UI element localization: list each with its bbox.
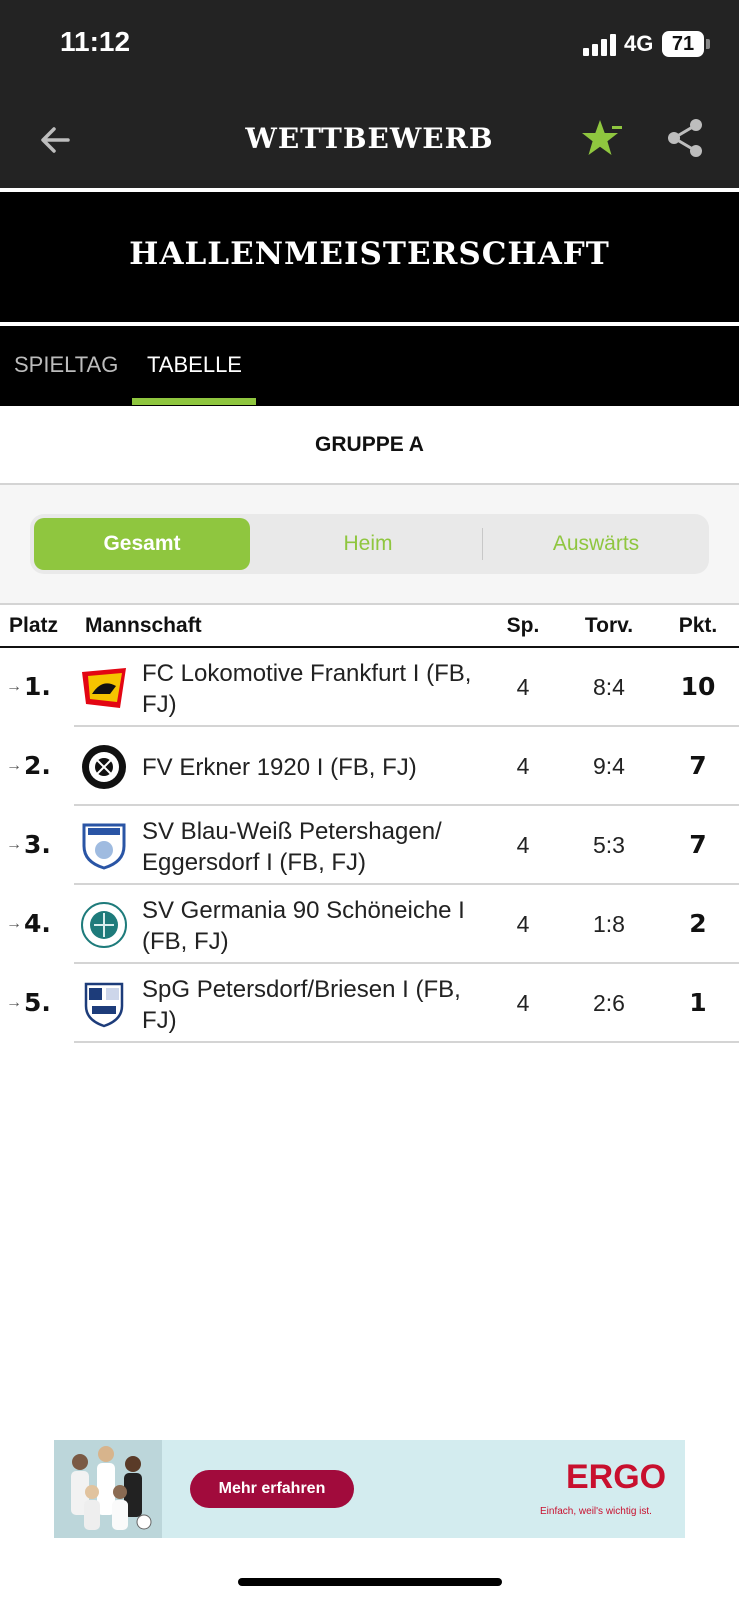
- page-title: WETTBEWERB: [245, 122, 494, 155]
- team-name: SpG Petersdorf/Briesen I (FB, FJ): [142, 976, 461, 1034]
- share-button[interactable]: [664, 116, 706, 160]
- games-played: 4: [516, 911, 530, 937]
- games-played: 4: [516, 990, 530, 1016]
- team-crest-icon: [82, 823, 126, 870]
- segment-heim[interactable]: Heim: [258, 532, 478, 556]
- tab-tabelle[interactable]: TABELLE: [147, 352, 242, 378]
- segment-auswaerts[interactable]: Auswärts: [486, 532, 706, 556]
- table-row[interactable]: → 4. SV Germania 90 Schöneiche I (FB, FJ…: [0, 885, 739, 964]
- ad-banner[interactable]: Mehr erfahren ERGO Einfach, weil's wicht…: [54, 1440, 685, 1538]
- goal-ratio: 5:3: [593, 832, 625, 858]
- points: 1: [689, 988, 707, 1017]
- goal-ratio: 8:4: [593, 674, 625, 700]
- rank: 5.: [24, 988, 51, 1017]
- header-sp: Sp.: [506, 614, 540, 637]
- rank: 2.: [24, 751, 51, 780]
- share-icon: [668, 119, 702, 157]
- active-tab-indicator: [132, 398, 256, 405]
- ad-brand-logo: ERGO: [566, 1458, 667, 1496]
- status-time: 11:12: [60, 26, 131, 57]
- games-played: 4: [516, 832, 530, 858]
- favorite-button[interactable]: [580, 114, 628, 162]
- header-pkt: Pkt.: [678, 614, 718, 637]
- tab-spieltag[interactable]: SPIELTAG: [14, 352, 118, 378]
- rank-trend-icon: →: [6, 994, 22, 1011]
- team-crest-icon: [82, 745, 126, 789]
- segment-gesamt[interactable]: Gesamt: [34, 532, 250, 556]
- row-divider: [74, 1041, 739, 1043]
- rank-trend-icon: →: [6, 836, 22, 853]
- network-type: 4G: [624, 31, 654, 56]
- status-bar: 11:12 4G 71: [0, 0, 739, 90]
- team-crest-icon: [82, 668, 126, 708]
- goal-ratio: 1:8: [593, 911, 625, 937]
- table-row[interactable]: → 3. SV Blau-Weiß Petershagen/ Eggersdor…: [0, 806, 739, 885]
- table-row[interactable]: → 5. SpG Petersdorf/Briesen I (FB, FJ) 4…: [0, 964, 739, 1043]
- segmented-control: Gesamt Heim Auswärts: [30, 514, 709, 574]
- home-indicator[interactable]: [238, 1578, 502, 1586]
- rank-trend-icon: →: [6, 915, 22, 932]
- games-played: 4: [516, 674, 530, 700]
- rank-trend-icon: →: [6, 678, 22, 695]
- points: 7: [689, 751, 707, 780]
- tab-bar: SPIELTAG TABELLE: [0, 326, 739, 406]
- top-app-bar: WETTBEWERB: [0, 90, 739, 188]
- table-row[interactable]: → 2. FV Erkner 1920 I (FB, FJ) 4 9:4 7: [0, 727, 739, 806]
- points: 2: [689, 909, 707, 938]
- team-name: FV Erkner 1920 I (FB, FJ): [142, 754, 417, 781]
- group-title: GRUPPE A: [315, 433, 424, 456]
- header-mannschaft: Mannschaft: [85, 614, 202, 637]
- battery-icon: 71: [662, 31, 704, 57]
- header-platz: Platz: [9, 614, 59, 637]
- ad-cta-button[interactable]: Mehr erfahren: [190, 1470, 354, 1508]
- goal-ratio: 9:4: [593, 753, 625, 779]
- ad-photo: [54, 1440, 162, 1538]
- star-icon: [582, 120, 622, 155]
- team-name: FC Lokomotive Frankfurt I (FB, FJ): [142, 660, 472, 718]
- table-row[interactable]: → 1. FC Lokomotive Frankfurt I (FB, FJ) …: [0, 648, 739, 727]
- segment-divider: [482, 528, 483, 560]
- rank: 1.: [24, 672, 51, 701]
- games-played: 4: [516, 753, 530, 779]
- header-torv: Torv.: [584, 614, 634, 637]
- competition-header: HALLENMEISTERSCHAFT: [0, 192, 739, 322]
- team-crest-icon: [81, 902, 127, 948]
- team-name: SV Blau-Weiß Petershagen/ Eggersdorf I (…: [142, 818, 442, 876]
- divider: [0, 603, 739, 605]
- team-name: SV Germania 90 Schöneiche I (FB, FJ): [142, 897, 465, 955]
- battery-tip: [706, 39, 710, 49]
- team-crest-icon: [84, 982, 124, 1028]
- rank-trend-icon: →: [6, 757, 22, 774]
- rank: 3.: [24, 830, 51, 859]
- competition-title: HALLENMEISTERSCHAFT: [129, 236, 610, 272]
- rank: 4.: [24, 909, 51, 938]
- points: 10: [680, 672, 716, 701]
- points: 7: [689, 830, 707, 859]
- goal-ratio: 2:6: [593, 990, 625, 1016]
- ad-slogan: Einfach, weil's wichtig ist.: [540, 1506, 652, 1517]
- signal-icon: [583, 34, 617, 56]
